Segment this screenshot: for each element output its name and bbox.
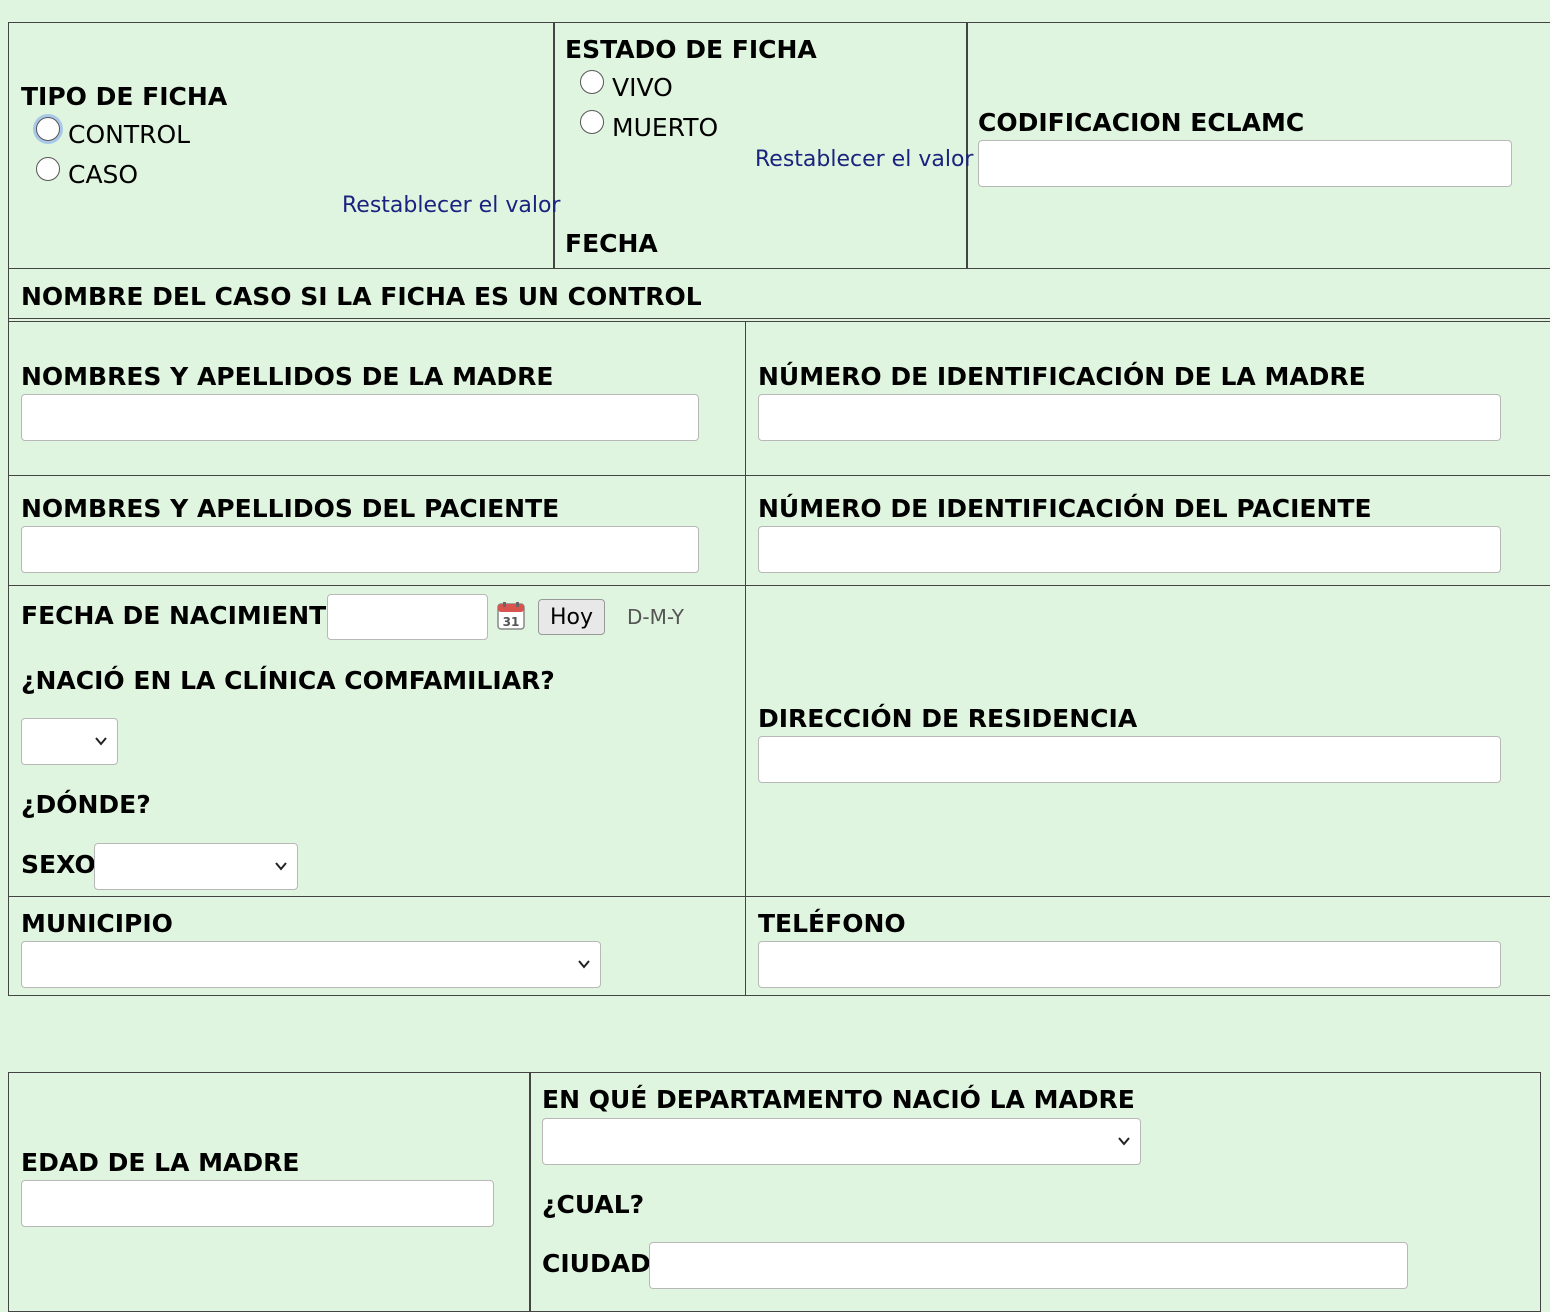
- direccion-input[interactable]: [758, 736, 1501, 783]
- estado-ficha-reset-link[interactable]: Restablecer el valor: [755, 149, 973, 171]
- estado-ficha-label: ESTADO DE FICHA: [565, 35, 817, 64]
- radio-muerto-label: MUERTO: [612, 113, 719, 142]
- telefono-label: TELÉFONO: [758, 909, 906, 938]
- chevron-down-icon: [578, 960, 590, 969]
- fecha-nacimiento-label: FECHA DE NACIMIENTO: [21, 601, 348, 630]
- madre-nombre-label: NOMBRES Y APELLIDOS DE LA MADRE: [21, 362, 554, 391]
- chevron-down-icon: [95, 737, 107, 746]
- radio-vivo-label: VIVO: [612, 73, 673, 102]
- departamento-select[interactable]: [542, 1118, 1141, 1165]
- codificacion-input[interactable]: [978, 140, 1512, 187]
- grid-line-2: [8, 585, 1550, 586]
- grid-line-3: [8, 896, 1550, 897]
- donde-label: ¿DÓNDE?: [21, 790, 151, 819]
- radio-control[interactable]: [36, 117, 60, 141]
- radio-control-label: CONTROL: [68, 120, 191, 149]
- ciudad-label: CIUDAD: [542, 1249, 651, 1278]
- paciente-nombre-label: NOMBRES Y APELLIDOS DEL PACIENTE: [21, 494, 560, 523]
- svg-text:31: 31: [503, 615, 520, 629]
- main-grid-top-line: [8, 318, 1550, 319]
- nombre-caso-label: NOMBRE DEL CASO SI LA FICHA ES UN CONTRO…: [21, 282, 702, 311]
- direccion-label: DIRECCIÓN DE RESIDENCIA: [758, 704, 1138, 733]
- grid-line-1: [8, 475, 1550, 476]
- clinica-label: ¿NACIÓ EN LA CLÍNICA COMFAMILIAR?: [21, 666, 555, 695]
- main-grid-divider: [745, 321, 746, 996]
- radio-caso-label: CASO: [68, 160, 139, 189]
- paciente-id-label: NÚMERO DE IDENTIFICACIÓN DEL PACIENTE: [758, 494, 1372, 523]
- edad-madre-label: EDAD DE LA MADRE: [21, 1148, 300, 1177]
- chevron-down-icon: [1118, 1137, 1130, 1146]
- municipio-label: MUNICIPIO: [21, 909, 173, 938]
- madre-id-input[interactable]: [758, 394, 1501, 441]
- departamento-label: EN QUÉ DEPARTAMENTO NACIÓ LA MADRE: [542, 1085, 1135, 1114]
- edad-madre-input[interactable]: [21, 1180, 494, 1227]
- codificacion-label: CODIFICACION ECLAMC: [978, 108, 1305, 137]
- fecha-nacimiento-input[interactable]: [327, 594, 488, 640]
- calendar-icon[interactable]: 31: [496, 601, 526, 631]
- radio-muerto[interactable]: [580, 110, 604, 134]
- paciente-id-input[interactable]: [758, 526, 1501, 573]
- sexo-label: SEXO: [21, 850, 96, 879]
- madre-id-label: NÚMERO DE IDENTIFICACIÓN DE LA MADRE: [758, 362, 1366, 391]
- tipo-ficha-reset-link[interactable]: Restablecer el valor: [342, 195, 560, 217]
- sexo-select[interactable]: [94, 843, 298, 890]
- ciudad-input[interactable]: [649, 1242, 1408, 1289]
- radio-vivo[interactable]: [580, 70, 604, 94]
- date-format-hint: D-M-Y: [627, 605, 684, 629]
- telefono-input[interactable]: [758, 941, 1501, 988]
- chevron-down-icon: [275, 862, 287, 871]
- tipo-ficha-label: TIPO DE FICHA: [21, 82, 228, 111]
- clinica-select[interactable]: [21, 718, 118, 765]
- radio-caso[interactable]: [36, 157, 60, 181]
- hoy-button[interactable]: Hoy: [538, 599, 605, 635]
- fecha-label: FECHA: [565, 229, 658, 258]
- paciente-nombre-input[interactable]: [21, 526, 699, 573]
- municipio-select[interactable]: [21, 941, 601, 988]
- madre-nombre-input[interactable]: [21, 394, 699, 441]
- cual-label: ¿CUAL?: [542, 1190, 645, 1219]
